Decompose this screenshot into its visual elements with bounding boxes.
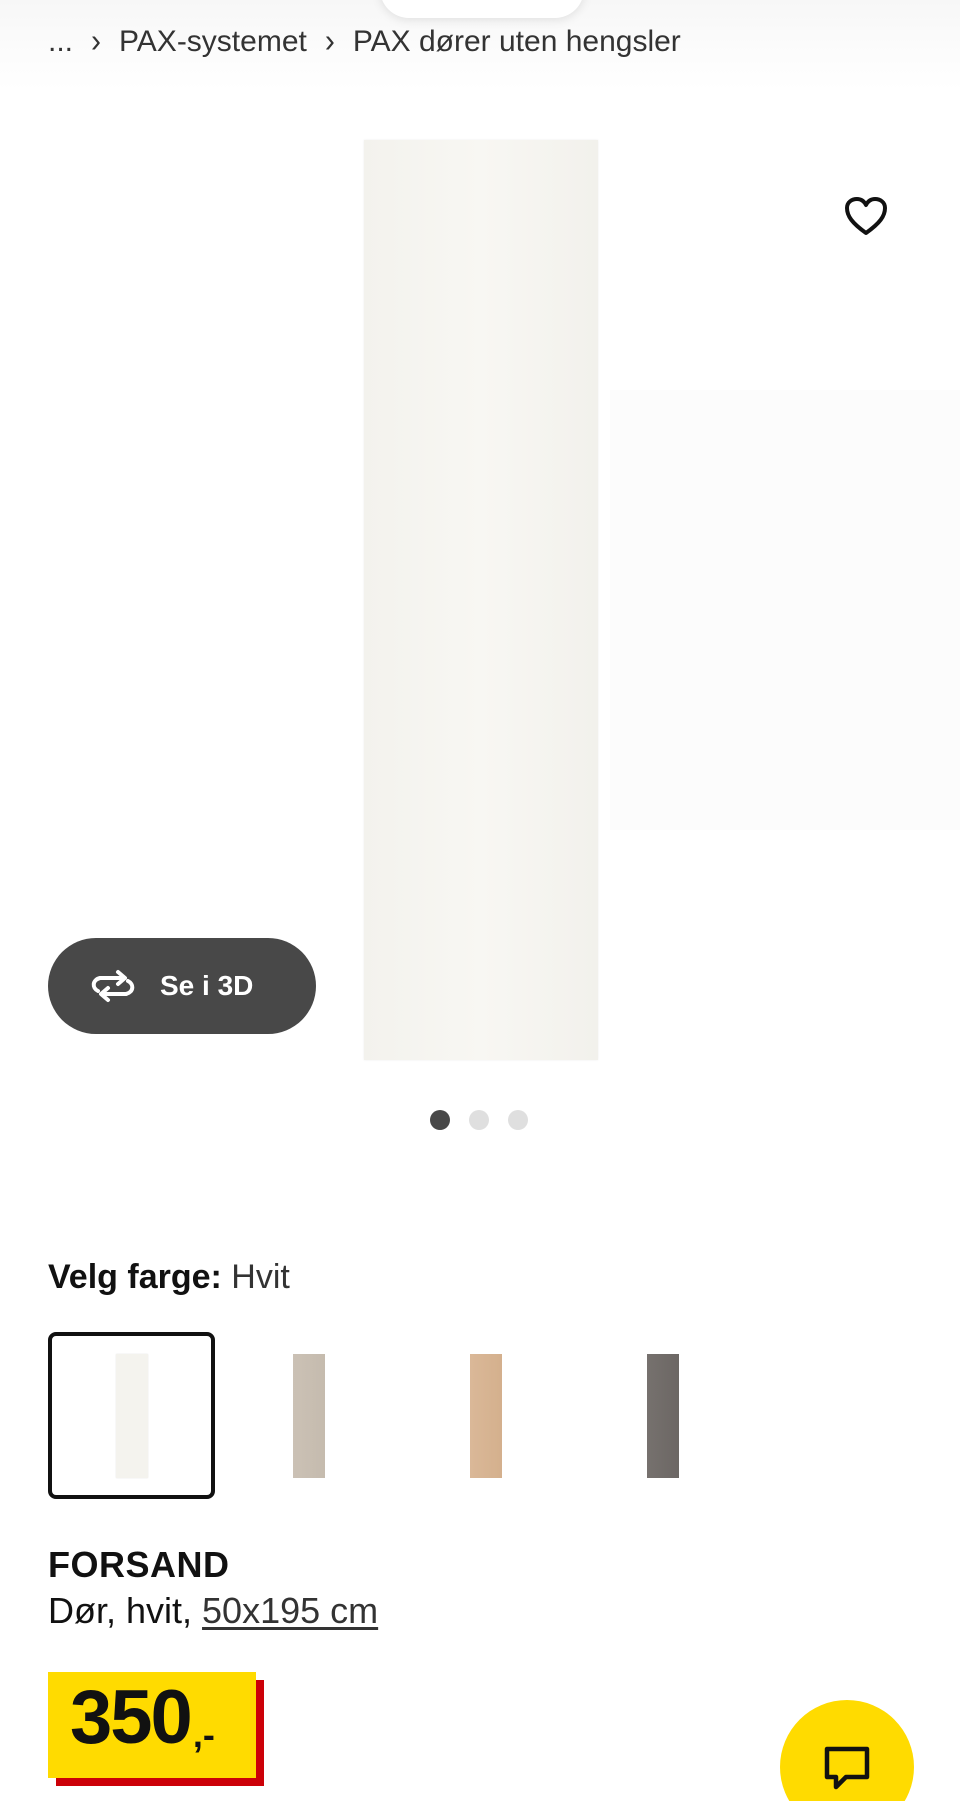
product-page: ... › PAX-systemet › PAX dører uten heng… [0, 0, 960, 1801]
view-in-3d-button[interactable]: Se i 3D [48, 938, 316, 1034]
breadcrumb-ellipsis[interactable]: ... [48, 25, 73, 59]
heart-icon [845, 197, 887, 235]
price-box: 350 ,- [48, 1672, 256, 1778]
selected-color: Hvit [231, 1258, 290, 1296]
breadcrumb: ... › PAX-systemet › PAX dører uten heng… [48, 22, 681, 62]
swatch-white-image [115, 1353, 148, 1478]
swatch-oak-image [469, 1353, 502, 1478]
product-description-text: Dør, hvit, [48, 1590, 203, 1631]
chevron-right-icon: › [324, 23, 335, 60]
product-size-link[interactable]: 50x195 cm [202, 1590, 378, 1631]
rotate-3d-icon [91, 970, 135, 1002]
chat-button[interactable] [780, 1700, 914, 1801]
price-tag: 350 ,- [48, 1672, 264, 1786]
color-selector-label: Velg farge: Hvit [48, 1258, 290, 1297]
gallery-dot-1[interactable] [430, 1110, 450, 1130]
price-suffix: ,- [192, 1714, 215, 1755]
gallery-dot-2[interactable] [469, 1110, 489, 1130]
product-description: Dør, hvit, 50x195 cm [48, 1590, 378, 1632]
product-name: FORSAND [48, 1544, 230, 1585]
price-integer: 350 [70, 1675, 193, 1760]
breadcrumb-item-pax-system[interactable]: PAX-systemet [119, 25, 307, 59]
swatch-beige-grey-image [292, 1353, 325, 1478]
chevron-right-icon: › [91, 23, 102, 60]
image-background [610, 390, 960, 830]
product-gallery[interactable] [0, 110, 960, 1080]
chat-icon [824, 1746, 870, 1790]
swatch-dark-grey-image [646, 1353, 679, 1478]
swatch-white[interactable] [48, 1332, 215, 1499]
favorite-button[interactable] [840, 190, 892, 242]
swatch-oak[interactable] [402, 1332, 569, 1499]
product-image[interactable] [364, 140, 598, 1060]
gallery-pagination [430, 1110, 528, 1130]
swatch-dark-grey[interactable] [579, 1332, 746, 1499]
breadcrumb-item-pax-doors[interactable]: PAX dører uten hengsler [353, 25, 681, 59]
top-pill[interactable] [380, 0, 584, 18]
gallery-dot-3[interactable] [508, 1110, 528, 1130]
view-in-3d-label: Se i 3D [160, 970, 254, 1001]
swatch-beige-grey[interactable] [225, 1332, 392, 1499]
color-swatches [48, 1332, 746, 1499]
color-label-text: Velg farge: [48, 1258, 222, 1296]
